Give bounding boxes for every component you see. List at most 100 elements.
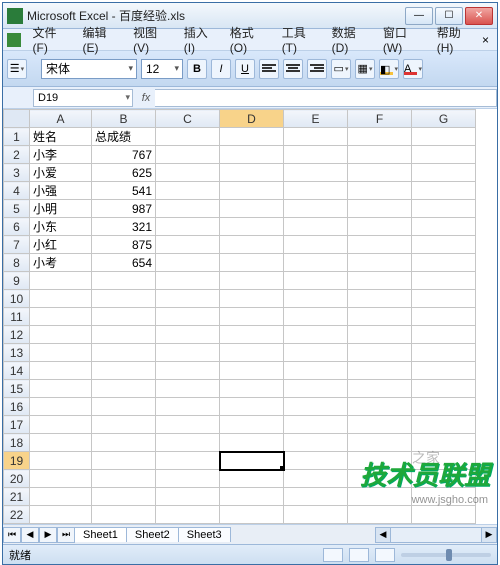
cell-E12[interactable]: [284, 326, 348, 344]
align-center-button[interactable]: [283, 59, 303, 79]
cell-F12[interactable]: [348, 326, 412, 344]
fx-icon[interactable]: fx: [137, 92, 155, 104]
cell-E5[interactable]: [284, 200, 348, 218]
cell-C9[interactable]: [156, 272, 220, 290]
cell-G6[interactable]: [412, 218, 476, 236]
cell-F3[interactable]: [348, 164, 412, 182]
cell-F9[interactable]: [348, 272, 412, 290]
cell-D19[interactable]: [220, 452, 284, 470]
cell-G7[interactable]: [412, 236, 476, 254]
cell-F22[interactable]: [348, 506, 412, 524]
col-header-D[interactable]: D: [220, 110, 284, 128]
cell-D14[interactable]: [220, 362, 284, 380]
cell-A8[interactable]: 小考: [30, 254, 92, 272]
cell-A4[interactable]: 小强: [30, 182, 92, 200]
cell-B13[interactable]: [92, 344, 156, 362]
cell-A13[interactable]: [30, 344, 92, 362]
cell-G15[interactable]: [412, 380, 476, 398]
zoom-slider[interactable]: [401, 553, 491, 557]
cell-D17[interactable]: [220, 416, 284, 434]
cell-G19[interactable]: [412, 452, 476, 470]
cell-C6[interactable]: [156, 218, 220, 236]
name-box[interactable]: D19: [33, 89, 133, 107]
cell-G14[interactable]: [412, 362, 476, 380]
cell-F21[interactable]: [348, 488, 412, 506]
cell-A14[interactable]: [30, 362, 92, 380]
cell-B3[interactable]: 625: [92, 164, 156, 182]
cell-B21[interactable]: [92, 488, 156, 506]
cell-E8[interactable]: [284, 254, 348, 272]
cell-E15[interactable]: [284, 380, 348, 398]
menu-edit[interactable]: 编辑(E): [76, 24, 127, 55]
font-size-select[interactable]: 12: [141, 59, 183, 79]
cell-E18[interactable]: [284, 434, 348, 452]
cell-E7[interactable]: [284, 236, 348, 254]
cell-G21[interactable]: [412, 488, 476, 506]
cell-B19[interactable]: [92, 452, 156, 470]
col-header-G[interactable]: G: [412, 110, 476, 128]
cell-E20[interactable]: [284, 470, 348, 488]
cell-B2[interactable]: 767: [92, 146, 156, 164]
cell-F17[interactable]: [348, 416, 412, 434]
cell-D12[interactable]: [220, 326, 284, 344]
cell-C3[interactable]: [156, 164, 220, 182]
cell-C13[interactable]: [156, 344, 220, 362]
cell-G13[interactable]: [412, 344, 476, 362]
cell-D10[interactable]: [220, 290, 284, 308]
tab-first-button[interactable]: ⏮: [3, 527, 21, 543]
cell-A1[interactable]: 姓名: [30, 128, 92, 146]
row-header-1[interactable]: 1: [4, 128, 30, 146]
bold-button[interactable]: B: [187, 59, 207, 79]
row-header-17[interactable]: 17: [4, 416, 30, 434]
row-header-3[interactable]: 3: [4, 164, 30, 182]
cell-F18[interactable]: [348, 434, 412, 452]
scroll-left-button[interactable]: ◀: [375, 527, 391, 543]
cell-B11[interactable]: [92, 308, 156, 326]
cell-D11[interactable]: [220, 308, 284, 326]
cell-B4[interactable]: 541: [92, 182, 156, 200]
font-name-select[interactable]: 宋体: [41, 59, 137, 79]
cell-D15[interactable]: [220, 380, 284, 398]
row-header-14[interactable]: 14: [4, 362, 30, 380]
cell-C20[interactable]: [156, 470, 220, 488]
cell-E3[interactable]: [284, 164, 348, 182]
cell-B9[interactable]: [92, 272, 156, 290]
cell-C15[interactable]: [156, 380, 220, 398]
cell-E17[interactable]: [284, 416, 348, 434]
cell-G18[interactable]: [412, 434, 476, 452]
row-header-7[interactable]: 7: [4, 236, 30, 254]
cell-G2[interactable]: [412, 146, 476, 164]
scroll-right-button[interactable]: ▶: [481, 527, 497, 543]
cell-C18[interactable]: [156, 434, 220, 452]
cell-B5[interactable]: 987: [92, 200, 156, 218]
cell-D16[interactable]: [220, 398, 284, 416]
cell-E4[interactable]: [284, 182, 348, 200]
row-header-2[interactable]: 2: [4, 146, 30, 164]
row-header-9[interactable]: 9: [4, 272, 30, 290]
merge-button[interactable]: ▭▾: [331, 59, 351, 79]
cell-A18[interactable]: [30, 434, 92, 452]
cell-B20[interactable]: [92, 470, 156, 488]
cell-C21[interactable]: [156, 488, 220, 506]
row-header-5[interactable]: 5: [4, 200, 30, 218]
cell-E1[interactable]: [284, 128, 348, 146]
cell-C4[interactable]: [156, 182, 220, 200]
mdi-close-icon[interactable]: ×: [482, 33, 493, 47]
cell-D21[interactable]: [220, 488, 284, 506]
tab-prev-button[interactable]: ◀: [21, 527, 39, 543]
cell-B12[interactable]: [92, 326, 156, 344]
col-header-E[interactable]: E: [284, 110, 348, 128]
cell-A12[interactable]: [30, 326, 92, 344]
close-button[interactable]: ✕: [465, 7, 493, 25]
cell-F19[interactable]: [348, 452, 412, 470]
cell-B6[interactable]: 321: [92, 218, 156, 236]
row-header-15[interactable]: 15: [4, 380, 30, 398]
menu-tools[interactable]: 工具(T): [276, 24, 326, 55]
cell-D8[interactable]: [220, 254, 284, 272]
cell-B1[interactable]: 总成绩: [92, 128, 156, 146]
cell-G9[interactable]: [412, 272, 476, 290]
cell-D4[interactable]: [220, 182, 284, 200]
row-header-22[interactable]: 22: [4, 506, 30, 524]
cell-A16[interactable]: [30, 398, 92, 416]
row-header-20[interactable]: 20: [4, 470, 30, 488]
